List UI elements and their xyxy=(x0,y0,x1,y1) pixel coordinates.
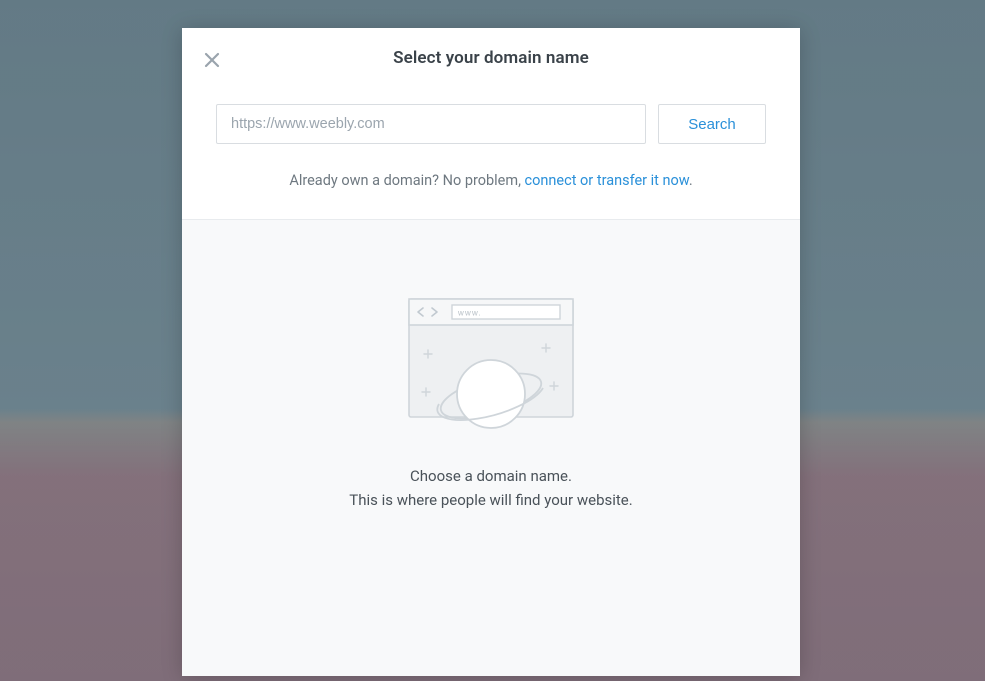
connect-prefix: Already own a domain? No problem, xyxy=(289,172,524,189)
connect-row: Already own a domain? No problem, connec… xyxy=(182,144,800,219)
www-label: www. xyxy=(457,309,482,318)
connect-transfer-link[interactable]: connect or transfer it now xyxy=(525,172,689,189)
search-button[interactable]: Search xyxy=(658,104,766,144)
domain-illustration: www. xyxy=(406,296,576,450)
modal-title: Select your domain name xyxy=(182,48,800,68)
search-row: Search xyxy=(182,68,800,144)
domain-input[interactable] xyxy=(216,104,646,144)
empty-line-1: Choose a domain name. xyxy=(349,464,632,488)
close-icon xyxy=(204,52,220,68)
empty-text: Choose a domain name. This is where peop… xyxy=(349,464,632,512)
modal-header: Select your domain name xyxy=(182,28,800,68)
empty-state: www. Choose a domain name. This is where… xyxy=(182,220,800,676)
domain-modal: Select your domain name Search Already o… xyxy=(182,28,800,676)
connect-suffix: . xyxy=(689,172,693,189)
close-button[interactable] xyxy=(198,46,226,74)
empty-line-2: This is where people will find your webs… xyxy=(349,488,632,512)
